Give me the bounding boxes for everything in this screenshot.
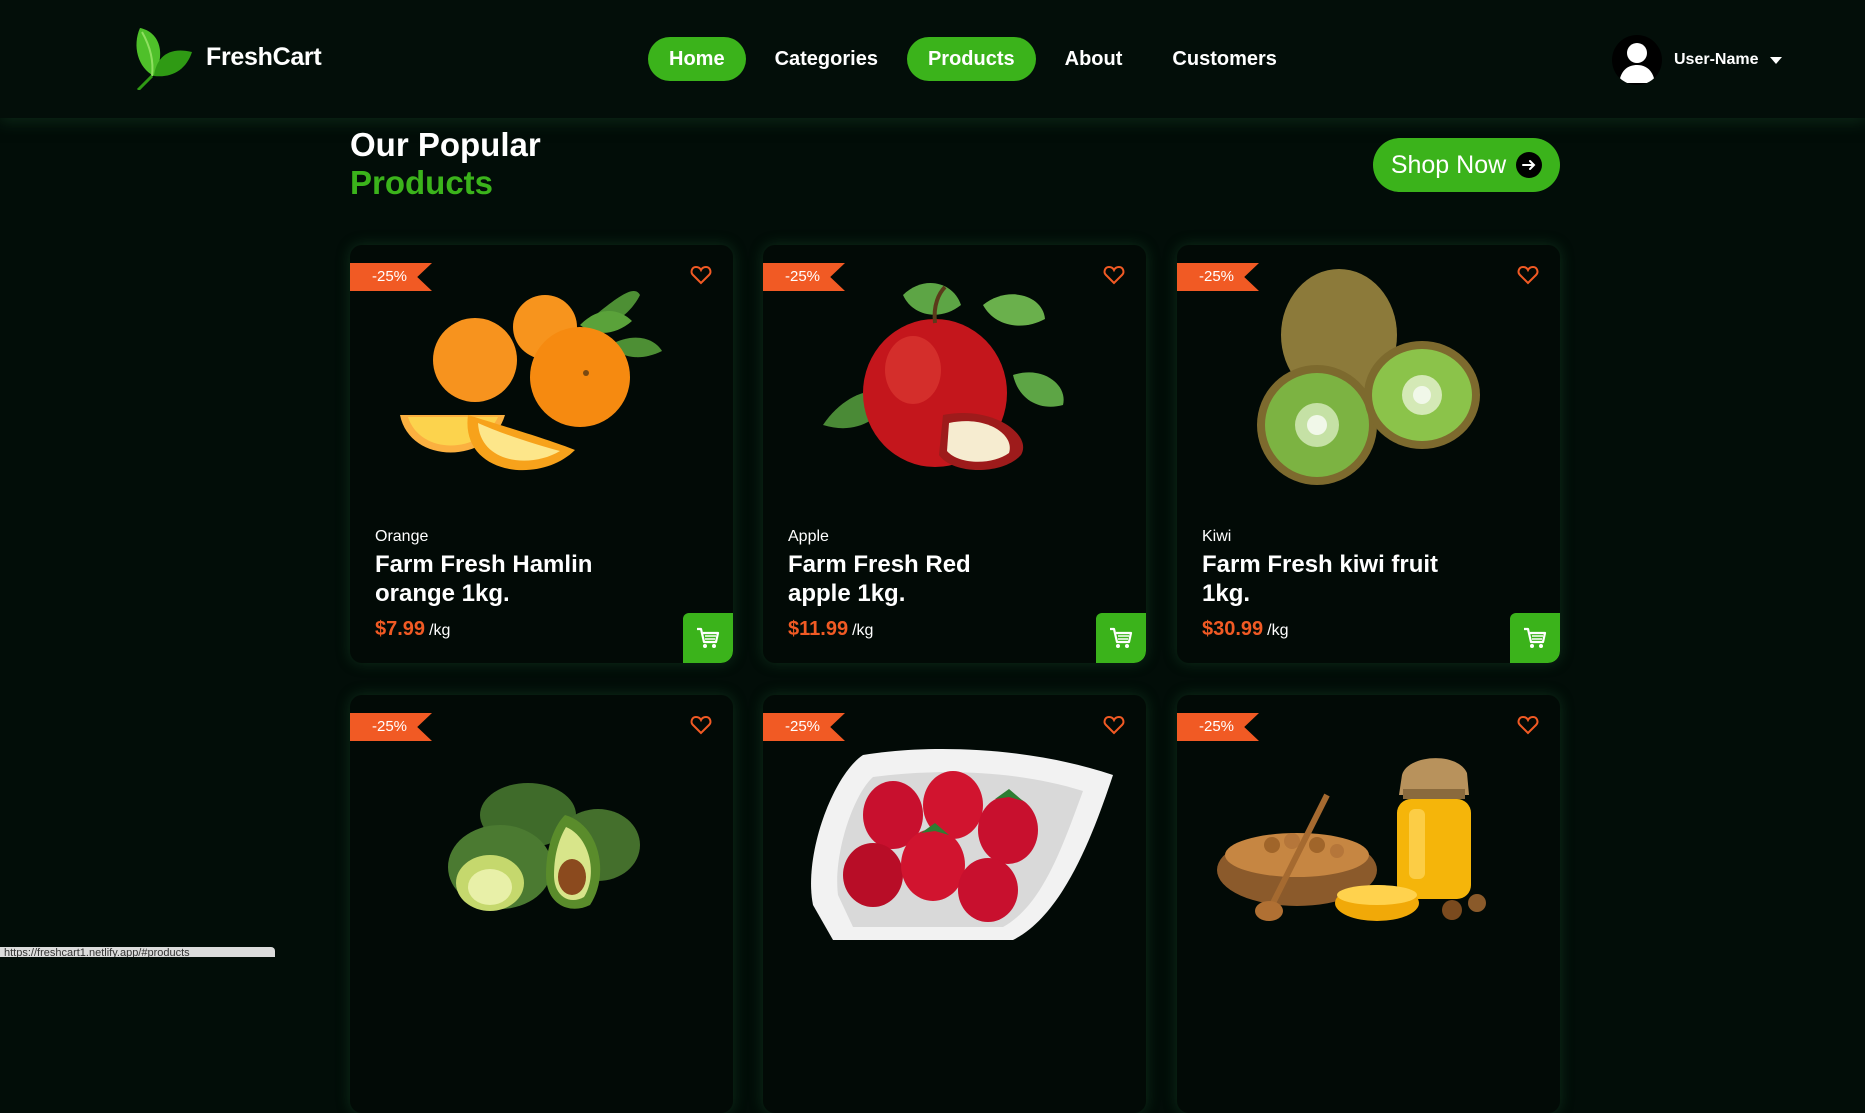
- add-to-cart-button[interactable]: [1510, 613, 1560, 663]
- user-name: User-Name: [1674, 51, 1759, 68]
- brand-logo[interactable]: FreshCart: [130, 24, 322, 90]
- nav-about[interactable]: About: [1044, 37, 1144, 81]
- product-card-orange[interactable]: -25% Orange Farm Fresh Hamlin orange 1kg…: [350, 245, 733, 663]
- product-price: $30.99/kg: [1202, 618, 1289, 641]
- cart-icon: [1110, 627, 1133, 648]
- product-card-strawberries[interactable]: -25%: [763, 695, 1146, 1113]
- user-avatar-icon: [1619, 43, 1655, 83]
- strawberries-image: [811, 749, 1113, 940]
- main-nav: Home Categories Products About Customers: [648, 37, 1306, 81]
- section-title-line2: Products: [350, 164, 494, 201]
- price-unit: /kg: [852, 622, 874, 639]
- shop-now-button[interactable]: Shop Now: [1373, 138, 1560, 192]
- heart-icon[interactable]: [689, 263, 713, 287]
- honey-nuts-image: [1217, 758, 1486, 921]
- product-name[interactable]: Farm Fresh Hamlin orange 1kg.: [375, 550, 615, 608]
- price-value: $7.99: [375, 618, 426, 640]
- price-value: $30.99: [1202, 618, 1264, 640]
- cart-icon: [697, 627, 720, 648]
- shop-now-label: Shop Now: [1390, 150, 1507, 179]
- heart-icon[interactable]: [1516, 263, 1540, 287]
- add-to-cart-button[interactable]: [1096, 613, 1146, 663]
- section-title-line1: Our Popular: [350, 126, 541, 163]
- browser-status-url: https://freshcart1.netlify.app/#products: [0, 947, 275, 957]
- top-navbar: FreshCart Home Categories Products About…: [0, 0, 1865, 118]
- product-card-kiwi[interactable]: -25% Kiwi Farm Fresh kiwi fruit 1kg. $30…: [1177, 245, 1560, 663]
- heart-icon[interactable]: [1516, 713, 1540, 737]
- chevron-down-icon[interactable]: [1770, 56, 1783, 64]
- product-card-avocado[interactable]: -25%: [350, 695, 733, 1113]
- product-category: Orange: [375, 528, 429, 545]
- product-name[interactable]: Farm Fresh Red apple 1kg.: [788, 550, 1028, 608]
- kiwi-image: [1257, 269, 1480, 485]
- arrow-right-icon: [1516, 152, 1543, 178]
- product-price: $11.99/kg: [788, 618, 873, 641]
- nav-home[interactable]: Home: [648, 37, 746, 81]
- heart-icon[interactable]: [689, 713, 713, 737]
- brand-name: FreshCart: [206, 42, 322, 71]
- oranges-image: [400, 291, 662, 471]
- cart-icon: [1524, 627, 1547, 648]
- add-to-cart-button[interactable]: [683, 613, 733, 663]
- apple-image: [823, 282, 1064, 470]
- price-unit: /kg: [429, 622, 451, 639]
- product-category: Apple: [788, 528, 829, 545]
- price-value: $11.99: [788, 618, 849, 640]
- nav-customers[interactable]: Customers: [1151, 37, 1297, 81]
- product-name[interactable]: Farm Fresh kiwi fruit 1kg.: [1202, 550, 1442, 608]
- price-unit: /kg: [1267, 622, 1289, 639]
- product-card-honey-nuts[interactable]: -25%: [1177, 695, 1560, 1113]
- nav-products[interactable]: Products: [906, 37, 1036, 81]
- avatar: [1612, 35, 1662, 85]
- leaf-logo-icon: [136, 28, 192, 90]
- product-card-apple[interactable]: -25% Apple Farm Fresh Red apple 1kg. $11…: [763, 245, 1146, 663]
- heart-icon[interactable]: [1102, 713, 1126, 737]
- section-title: Our Popular Products: [350, 126, 541, 202]
- product-category: Kiwi: [1202, 528, 1232, 545]
- product-price: $7.99/kg: [375, 618, 450, 641]
- user-menu[interactable]: User-Name: [1612, 35, 1783, 85]
- nav-categories[interactable]: Categories: [754, 37, 899, 81]
- heart-icon[interactable]: [1102, 263, 1126, 287]
- avocado-image: [448, 783, 640, 911]
